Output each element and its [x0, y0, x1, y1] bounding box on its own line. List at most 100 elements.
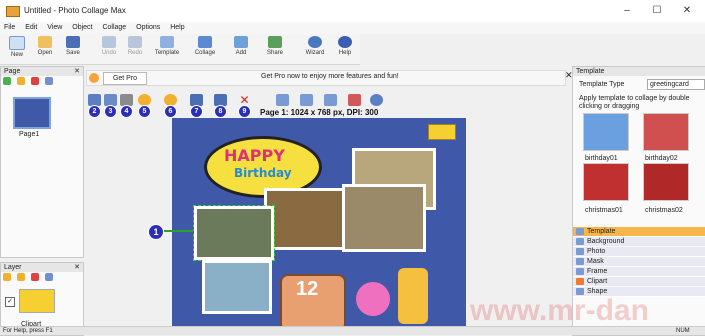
page-label: Page1 — [19, 131, 40, 138]
collage-button[interactable]: Collage — [192, 36, 218, 64]
collage-canvas[interactable]: HAPPY Birthday 12 — [172, 118, 466, 334]
layer-thumbnail[interactable] — [19, 289, 55, 313]
cake-number: 12 — [296, 278, 319, 300]
distribute-tool-icon[interactable] — [300, 94, 313, 106]
get-pro-button[interactable]: Get Pro — [103, 72, 147, 85]
badge-4: 4 — [120, 105, 133, 118]
layer-up-icon[interactable] — [3, 273, 11, 281]
template-label-christmas01: christmas01 — [585, 207, 623, 214]
category-background[interactable]: Background — [573, 237, 705, 247]
template-button[interactable]: Template — [154, 36, 180, 64]
size-tool-icon[interactable] — [324, 94, 337, 106]
layer-down-icon[interactable] — [16, 273, 25, 281]
category-template[interactable]: Template — [573, 227, 705, 237]
close-panel-icon[interactable]: ✕ — [74, 67, 80, 76]
category-clipart[interactable]: Clipart — [573, 277, 705, 287]
menu-bar: File Edit View Object Collage Options He… — [0, 22, 705, 34]
cat-clipart[interactable] — [356, 282, 390, 316]
menu-view[interactable]: View — [47, 22, 62, 34]
page-thumbnail[interactable] — [13, 97, 51, 129]
page-panel-title: Page — [4, 68, 21, 75]
new-doc-icon — [9, 36, 25, 50]
badge-8: 8 — [214, 105, 227, 118]
bird-photo[interactable] — [202, 260, 272, 314]
maximize-button[interactable]: ☐ — [642, 3, 672, 19]
redo-button[interactable]: Redo — [122, 36, 148, 64]
template-label-birthday02: birthday02 — [645, 155, 678, 162]
badge-6: 6 — [164, 105, 177, 118]
badge-7: 7 — [190, 105, 203, 118]
page-panel-toolbar — [1, 76, 83, 86]
category-frame[interactable]: Frame — [573, 267, 705, 277]
promo-text[interactable]: Get Pro now to enjoy more features and f… — [261, 73, 399, 80]
open-folder-icon — [38, 36, 52, 48]
giraffe-clipart[interactable] — [398, 268, 428, 324]
menu-object[interactable]: Object — [72, 22, 92, 34]
template-thumb-birthday01[interactable] — [583, 113, 629, 151]
help-button[interactable]: Help — [332, 36, 358, 64]
close-button[interactable]: ✕ — [672, 3, 702, 19]
layer-panel-toolbar — [1, 272, 83, 282]
layer-panel: Layer ✕ ✓ Clipart — [0, 262, 84, 336]
badge-3: 3 — [104, 105, 117, 118]
window-title: Untitled - Photo Collage Max — [24, 6, 126, 15]
template-thumb-christmas02[interactable] — [643, 163, 689, 201]
mask-icon — [576, 258, 584, 265]
open-button[interactable]: Open — [32, 36, 58, 64]
template-thumb-birthday02[interactable] — [643, 113, 689, 151]
category-mask[interactable]: Mask — [573, 257, 705, 267]
close-panel-icon[interactable]: ✕ — [74, 263, 80, 272]
menu-help[interactable]: Help — [170, 22, 184, 34]
happy-text: HAPPY — [224, 146, 285, 165]
share-button[interactable]: Share — [262, 36, 288, 64]
pro-icon — [89, 73, 99, 83]
template-label-christmas02: christmas02 — [645, 207, 683, 214]
app-icon — [6, 6, 20, 17]
photo-icon — [576, 248, 584, 255]
template-panel-title: Template — [573, 67, 705, 76]
undo-button[interactable]: Undo — [96, 36, 122, 64]
meerkat-photo[interactable] — [342, 184, 426, 252]
menu-options[interactable]: Options — [136, 22, 160, 34]
category-photo[interactable]: Photo — [573, 247, 705, 257]
canvas-info: Page 1: 1024 x 768 px, DPI: 300 — [260, 108, 379, 117]
crown-clipart[interactable] — [428, 124, 456, 140]
watermark: www.mr-dan — [470, 294, 649, 327]
wizard-button[interactable]: Wizard — [302, 36, 328, 64]
layer-visible-checkbox[interactable]: ✓ — [5, 297, 15, 307]
template-icon — [160, 36, 174, 48]
selected-photo[interactable] — [193, 205, 275, 261]
align-tool-icon[interactable] — [276, 94, 289, 106]
promo-bar: Get Pro Get Pro now to enjoy more featur… — [86, 70, 566, 86]
main-toolbar: New Open Save Undo Redo Template Collage… — [0, 34, 360, 65]
template-type-select[interactable]: greetingcard — [647, 79, 705, 90]
save-button[interactable]: Save — [60, 36, 86, 64]
new-button[interactable]: New — [4, 36, 30, 64]
page-panel: Page ✕ Page1 — [0, 66, 84, 258]
redo-icon — [128, 36, 142, 48]
template-thumb-christmas01[interactable] — [583, 163, 629, 201]
birthday-text: Birthday — [234, 166, 292, 180]
effects-tool-icon[interactable] — [348, 94, 361, 106]
layer-move-icon[interactable] — [44, 273, 53, 281]
delete-page-icon[interactable] — [30, 77, 39, 85]
move-page-icon[interactable] — [44, 77, 53, 85]
menu-collage[interactable]: Collage — [102, 22, 126, 34]
category-list: Template Background Photo Mask Frame Cli… — [573, 227, 705, 297]
menu-edit[interactable]: Edit — [25, 22, 37, 34]
pointer-arrow — [164, 230, 194, 232]
menu-file[interactable]: File — [4, 22, 15, 34]
add-page-icon[interactable] — [3, 77, 11, 85]
add-image-icon — [234, 36, 248, 48]
zoom-tool-icon[interactable] — [370, 94, 383, 106]
badge-1: 1 — [148, 224, 164, 240]
help-icon — [338, 36, 352, 48]
collage-icon — [198, 36, 212, 48]
delete-layer-icon[interactable] — [30, 273, 39, 281]
minimize-button[interactable]: – — [612, 3, 642, 19]
badge-2: 2 — [88, 105, 101, 118]
template-hint: Apply template to collage by double clic… — [579, 95, 690, 110]
add-button[interactable]: Add — [228, 36, 254, 64]
wizard-icon — [308, 36, 322, 48]
duplicate-page-icon[interactable] — [16, 77, 25, 85]
